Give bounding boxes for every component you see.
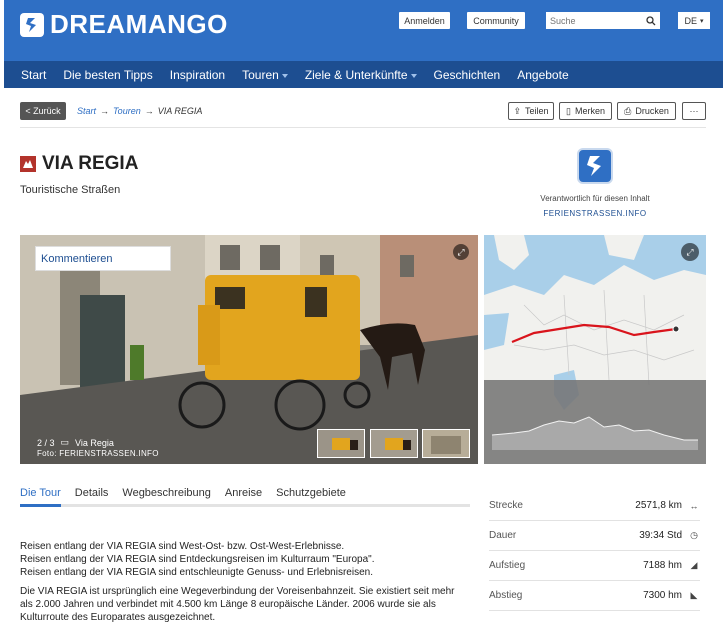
more-button[interactable]: ··· [682,102,706,120]
distance-icon: ↔ [689,500,699,511]
stat-value: 7188 hm [643,560,682,571]
route-map[interactable]: ⤢ [484,235,706,464]
photo-counter: 2 / 3 [37,437,55,448]
nav-item-tips[interactable]: Die besten Tipps [63,68,152,82]
photo-gallery[interactable]: Kommentieren ⤢ 2 / 3 ▭ Via Regia Foto: F… [20,235,478,464]
divider [20,127,706,128]
stat-value: 2571,8 km [635,500,682,511]
thumbnail-2[interactable] [370,429,418,458]
share-label: Teilen [525,106,549,116]
title-row: VIA REGIA [20,153,138,175]
thumbnail-3[interactable] [422,429,470,458]
thumbnail-image [371,430,417,457]
search-input[interactable] [550,15,640,26]
nav-item-geschichten[interactable]: Geschichten [434,68,501,82]
tour-description: Reisen entlang der VIA REGIA sind West-O… [20,540,470,624]
share-icon: ⇪ [513,105,522,116]
back-button[interactable]: < Zurück [20,102,66,120]
search-box[interactable] [546,12,660,29]
description-paragraph: Die VIA REGIA ist ursprünglich eine Wege… [20,586,455,623]
stat-distance: Strecke 2571,8 km ↔ [489,491,700,521]
breadcrumb-start[interactable]: Start [77,106,96,116]
breadcrumb-current: VIA REGIA [157,106,203,116]
thumbnail-image [423,430,469,457]
chevron-down-icon: ▾ [700,17,704,25]
thumbnail-1[interactable] [317,429,365,458]
logo[interactable]: DREAMANGO [20,9,228,40]
responsible-link[interactable]: FERIENSTRASSEN.INFO [495,209,695,218]
nav-label: Inspiration [169,67,226,82]
tab-details[interactable]: Details [75,487,109,504]
save-label: Merken [574,106,605,116]
stat-label: Aufstieg [489,560,526,571]
tab-die-tour[interactable]: Die Tour [20,487,61,507]
save-button[interactable]: ▯ Merken [559,102,612,120]
main-nav: Start Die besten Tipps Inspiration Toure… [4,61,723,88]
breadcrumb-separator: → [100,106,110,116]
nav-item-ziele[interactable]: Ziele & Unterkünfte [305,68,417,82]
photo-caption: 2 / 3 ▭ Via Regia [37,437,114,448]
stat-duration: Dauer 39:34 Std ◷ [489,521,700,551]
page-title: VIA REGIA [42,153,139,174]
nav-item-touren[interactable]: Touren [242,68,288,82]
clock-icon: ◷ [690,530,698,540]
search-icon[interactable] [646,15,656,26]
road-category-icon [20,156,36,172]
tour-stats: Strecke 2571,8 km ↔ Dauer 39:34 Std ◷ Au… [489,491,700,611]
nav-label: Die besten Tipps [63,67,153,82]
breadcrumb-row: < Zurück Start → Touren → VIA REGIA ⇪ Tei… [20,102,706,120]
responsible-label: Verantwortlich für diesen Inhalt [540,194,650,203]
nav-item-start[interactable]: Start [21,68,46,82]
expand-icon[interactable]: ⤢ [453,244,469,260]
breadcrumb: Start → Touren → VIA REGIA [77,106,202,116]
logo-mark-icon [20,12,44,37]
publisher-logo-icon[interactable] [577,148,613,184]
description-paragraph: Reisen entlang der VIA REGIA sind West-O… [20,541,375,578]
community-button[interactable]: Community [467,12,525,29]
printer-icon: ⎙ [624,105,632,116]
stat-label: Abstieg [489,590,523,601]
tab-anreise[interactable]: Anreise [225,487,262,504]
map-expand-icon[interactable]: ⤢ [681,243,699,261]
logo-text: DREAMANGO [50,9,228,39]
page-subtitle: Touristische Straßen [20,184,121,196]
nav-label: Ziele & Unterkünfte [304,67,408,82]
thumbnail-image [318,430,364,457]
stat-descent: Abstieg 7300 hm ◣ [489,581,700,611]
photo-title: Via Regia [75,437,114,448]
nav-item-angebote[interactable]: Angebote [517,68,568,82]
language-select[interactable]: DE ▾ [678,12,710,29]
stat-value: 7300 hm [643,590,682,601]
photo-credit: Foto: FERIENSTRASSEN.INFO [37,449,159,458]
breadcrumb-separator: → [144,106,154,116]
tab-schutzgebiete[interactable]: Schutzgebiete [276,487,346,504]
print-button[interactable]: ⎙ Drucken [617,102,676,120]
stat-value: 39:34 Std [639,530,682,541]
nav-label: Angebote [517,67,569,82]
content-tabs: Die Tour Details Wegbeschreibung Anreise… [20,487,470,507]
tab-wegbeschreibung[interactable]: Wegbeschreibung [122,487,210,504]
nav-label: Geschichten [433,67,501,82]
print-label: Drucken [635,106,669,116]
photo-icon: ▭ [60,437,70,447]
nav-item-inspiration[interactable]: Inspiration [170,68,225,82]
stat-ascent: Aufstieg 7188 hm ◢ [489,551,700,581]
stat-label: Dauer [489,530,517,541]
descent-icon: ◣ [690,590,698,600]
language-label: DE [684,15,697,26]
nav-label: Touren [242,67,279,82]
ascent-icon: ◢ [690,560,698,570]
nav-label: Start [21,67,47,82]
comment-button[interactable]: Kommentieren [35,246,171,271]
caret-down-icon [281,73,288,78]
stat-label: Strecke [489,500,523,511]
top-bar: DREAMANGO Anmelden Community DE ▾ [4,0,723,61]
breadcrumb-touren[interactable]: Touren [113,106,141,116]
share-button[interactable]: ⇪ Teilen [508,102,554,120]
map-image [484,235,706,464]
login-button[interactable]: Anmelden [399,12,450,29]
bookmark-icon: ▯ [566,105,571,116]
caret-down-icon [410,73,417,78]
